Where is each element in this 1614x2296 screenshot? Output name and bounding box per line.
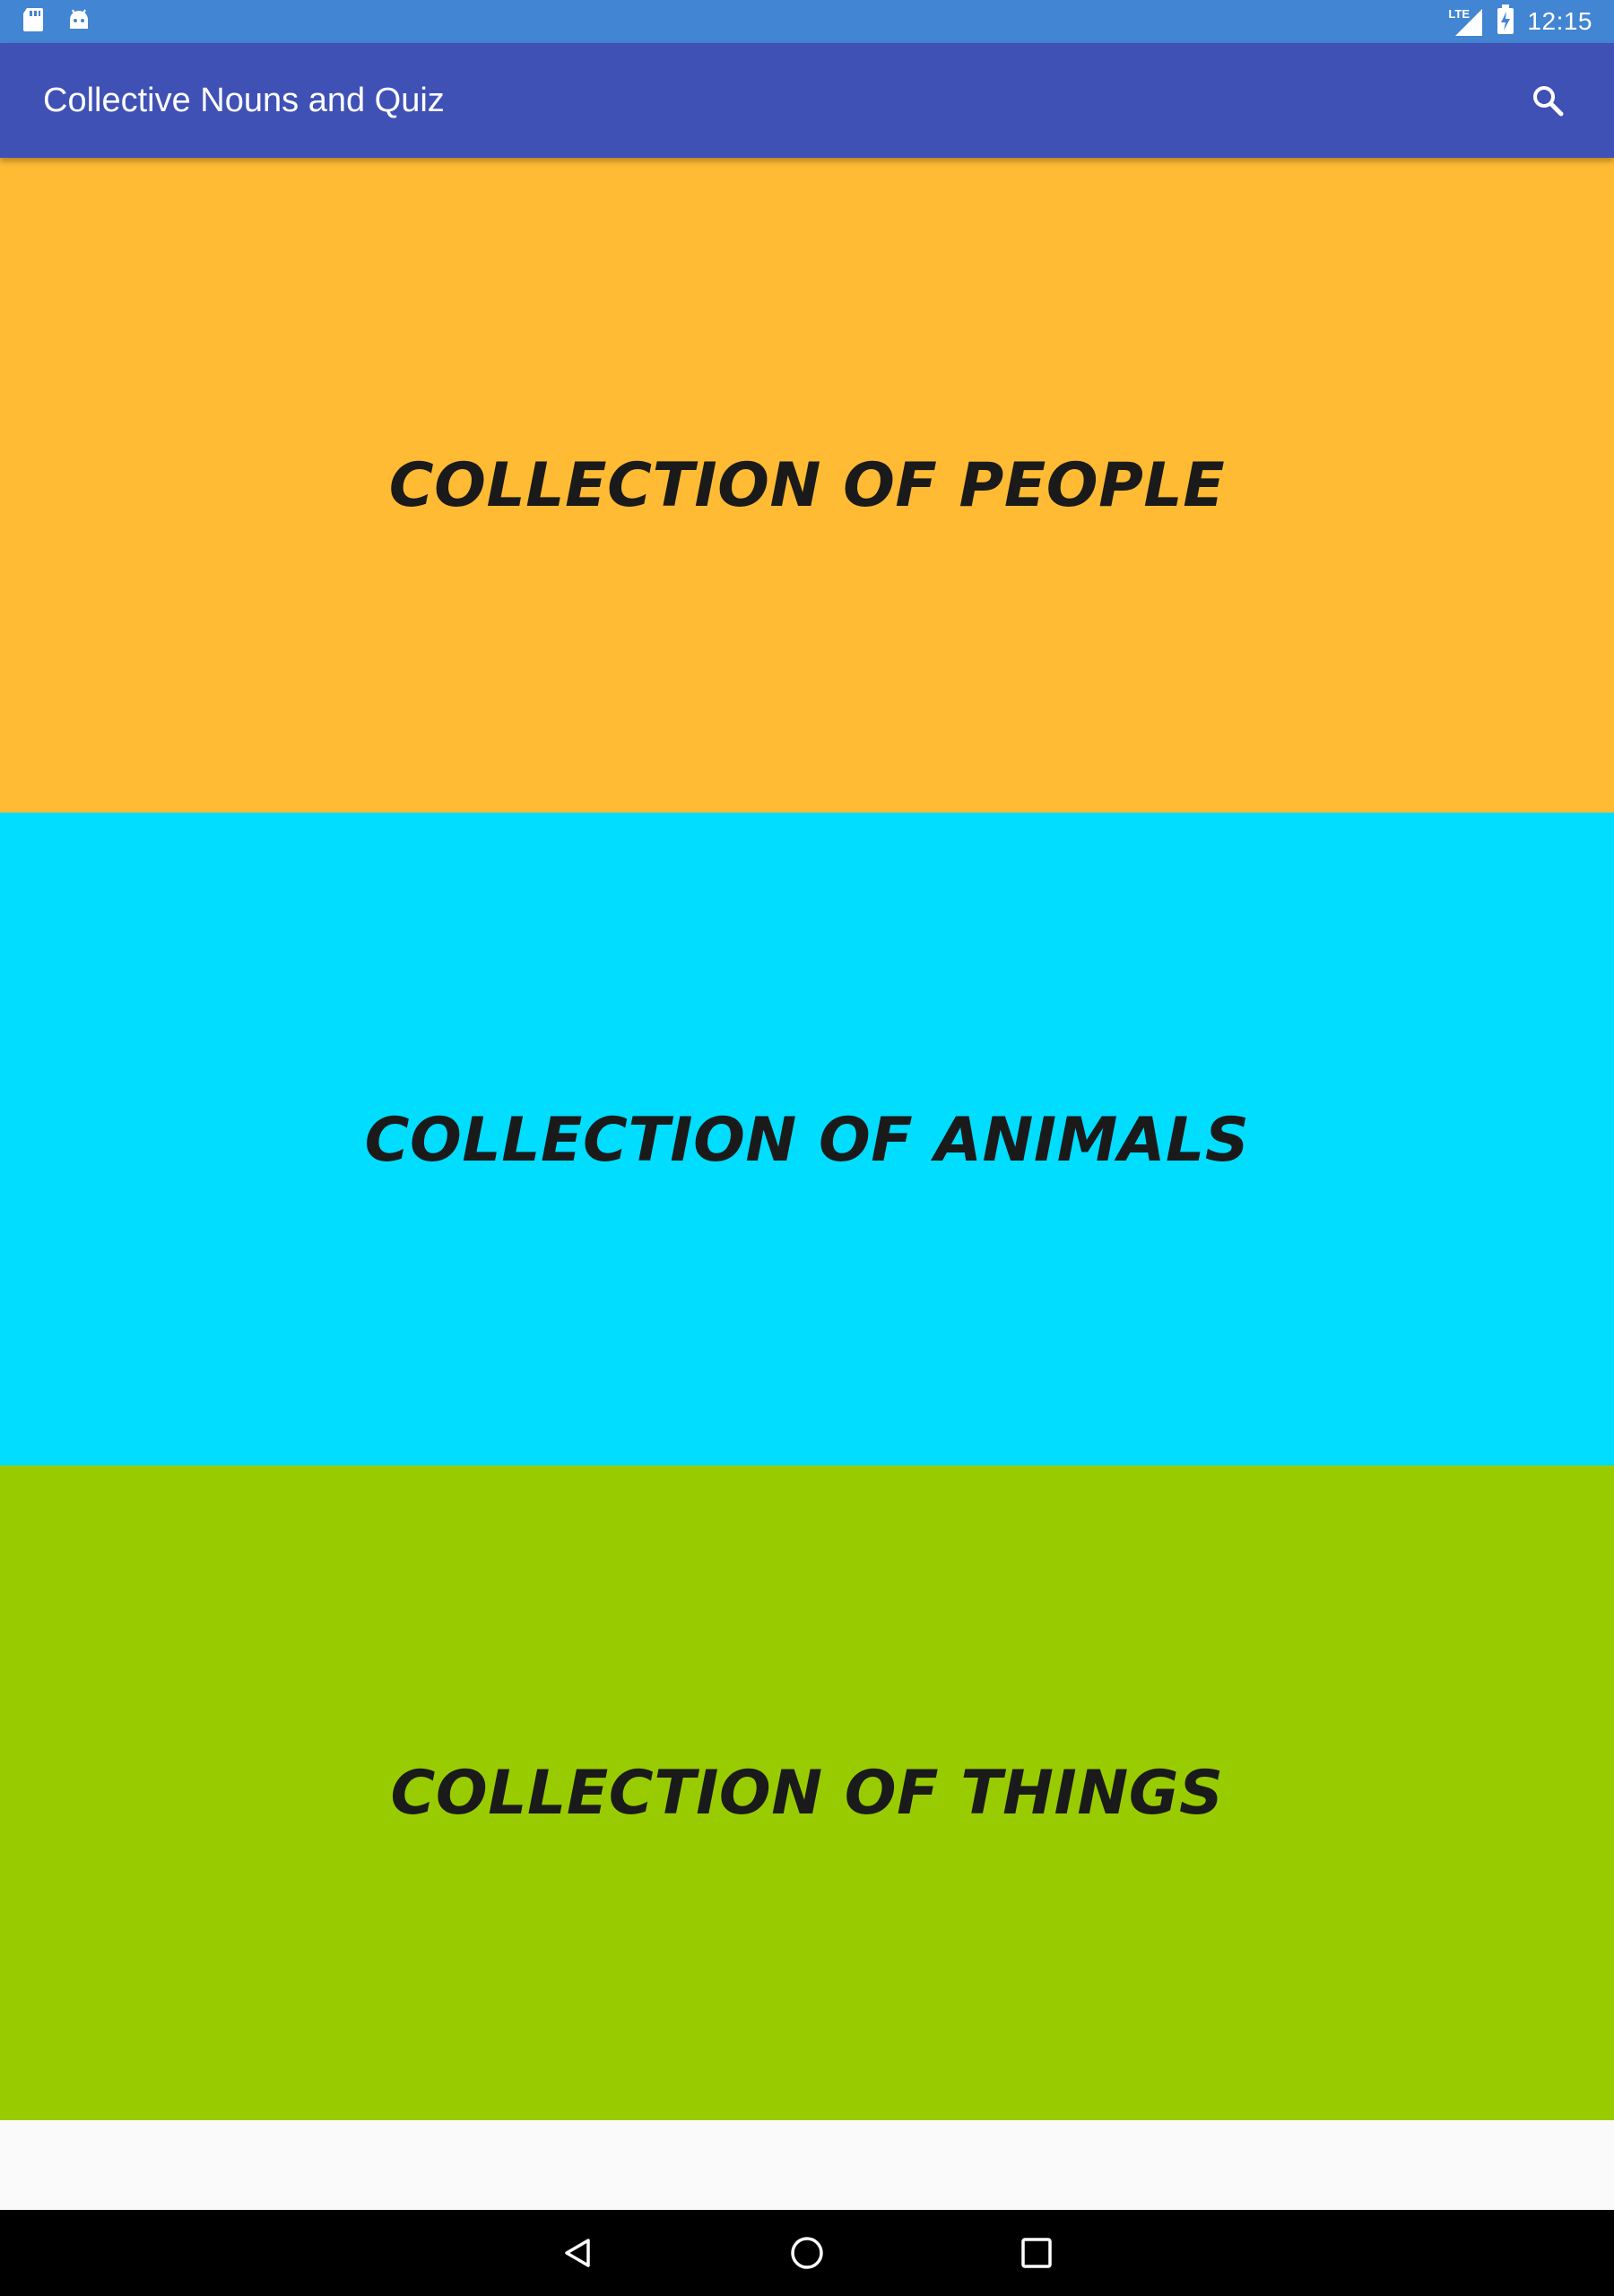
category-things-label: COLLECTION OF THINGS xyxy=(390,1757,1224,1829)
back-button[interactable] xyxy=(551,2226,604,2280)
back-icon xyxy=(565,2239,590,2267)
category-people-label: COLLECTION OF PEOPLE xyxy=(388,449,1226,521)
category-people[interactable]: COLLECTION OF PEOPLE xyxy=(0,158,1614,813)
android-icon xyxy=(66,7,91,37)
app-bar: Collective Nouns and Quiz xyxy=(0,43,1614,158)
status-bar: LTE 12:15 xyxy=(0,0,1614,43)
home-icon xyxy=(791,2237,823,2269)
lte-signal-icon: LTE xyxy=(1448,5,1484,38)
category-animals[interactable]: COLLECTION OF ANIMALS xyxy=(0,813,1614,1467)
search-icon xyxy=(1533,86,1564,117)
sd-card-icon xyxy=(22,6,45,38)
home-button[interactable] xyxy=(780,2226,834,2280)
lte-label: LTE xyxy=(1448,7,1471,21)
app-title: Collective Nouns and Quiz xyxy=(43,82,445,119)
recents-icon xyxy=(1021,2238,1052,2268)
recents-button[interactable] xyxy=(1010,2226,1063,2280)
battery-charging-icon xyxy=(1497,4,1514,39)
search-button[interactable] xyxy=(1524,77,1571,124)
category-things[interactable]: COLLECTION OF THINGS xyxy=(0,1465,1614,2120)
navigation-bar xyxy=(0,2210,1614,2296)
category-animals-label: COLLECTION OF ANIMALS xyxy=(364,1104,1250,1176)
status-time: 12:15 xyxy=(1527,7,1592,35)
